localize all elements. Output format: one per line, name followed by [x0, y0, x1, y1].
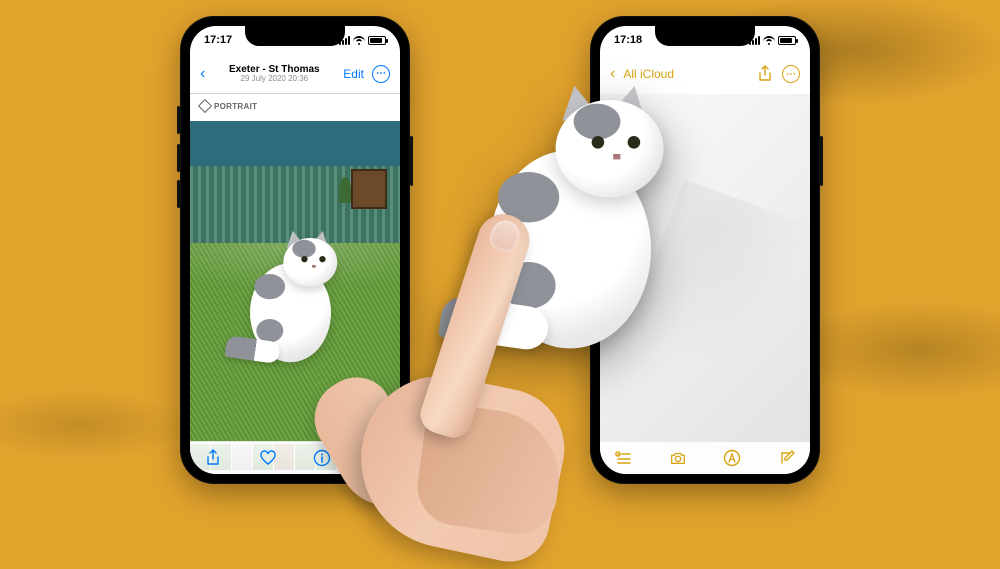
status-icons [749, 36, 796, 45]
iphone-left: 17:17 ‹ Exeter - St Thomas 29 July 2020 … [180, 16, 410, 484]
battery-icon [368, 36, 386, 45]
photo-subject-cat[interactable] [246, 238, 345, 364]
markup-icon[interactable] [723, 449, 741, 467]
photo-date-subtitle: 29 July 2020 20:36 [229, 75, 320, 84]
status-time: 17:18 [614, 34, 642, 46]
wifi-icon [763, 36, 775, 45]
dragged-subject-cutout[interactable] [480, 100, 680, 360]
photo-badge-row: PORTRAIT [190, 94, 400, 120]
battery-icon [778, 36, 796, 45]
status-icons [339, 36, 386, 45]
notch [655, 26, 755, 46]
info-icon[interactable] [313, 449, 331, 467]
portrait-badge: PORTRAIT [200, 101, 257, 111]
photo-location-title: Exeter - St Thomas [229, 64, 320, 75]
trash-icon[interactable] [368, 449, 386, 467]
camera-icon[interactable] [669, 449, 687, 467]
photos-toolbar [190, 442, 400, 474]
back-chevron-icon[interactable]: ‹ [610, 65, 615, 83]
photo-bg-shed [351, 169, 387, 209]
share-icon[interactable] [756, 65, 774, 83]
back-chevron-icon[interactable]: ‹ [200, 65, 205, 83]
checklist-icon[interactable] [614, 449, 632, 467]
edit-button[interactable]: Edit [343, 67, 364, 81]
compose-icon[interactable] [778, 449, 796, 467]
status-time: 17:17 [204, 34, 232, 46]
notch [245, 26, 345, 46]
hand-folded-fingers [412, 401, 567, 539]
photos-nav-bar: ‹ Exeter - St Thomas 29 July 2020 20:36 … [190, 54, 400, 94]
portrait-badge-label: PORTRAIT [214, 102, 257, 111]
more-ellipsis-icon[interactable]: ⋯ [782, 65, 800, 83]
favorite-heart-icon[interactable] [259, 449, 277, 467]
wifi-icon [353, 36, 365, 45]
back-label[interactable]: All iCloud [623, 67, 674, 81]
aperture-icon [198, 99, 212, 113]
more-ellipsis-icon[interactable]: ⋯ [372, 65, 390, 83]
share-icon[interactable] [204, 449, 222, 467]
notes-toolbar [600, 442, 810, 474]
photos-app-screen: 17:17 ‹ Exeter - St Thomas 29 July 2020 … [190, 26, 400, 474]
photo-viewport[interactable] [190, 121, 400, 441]
